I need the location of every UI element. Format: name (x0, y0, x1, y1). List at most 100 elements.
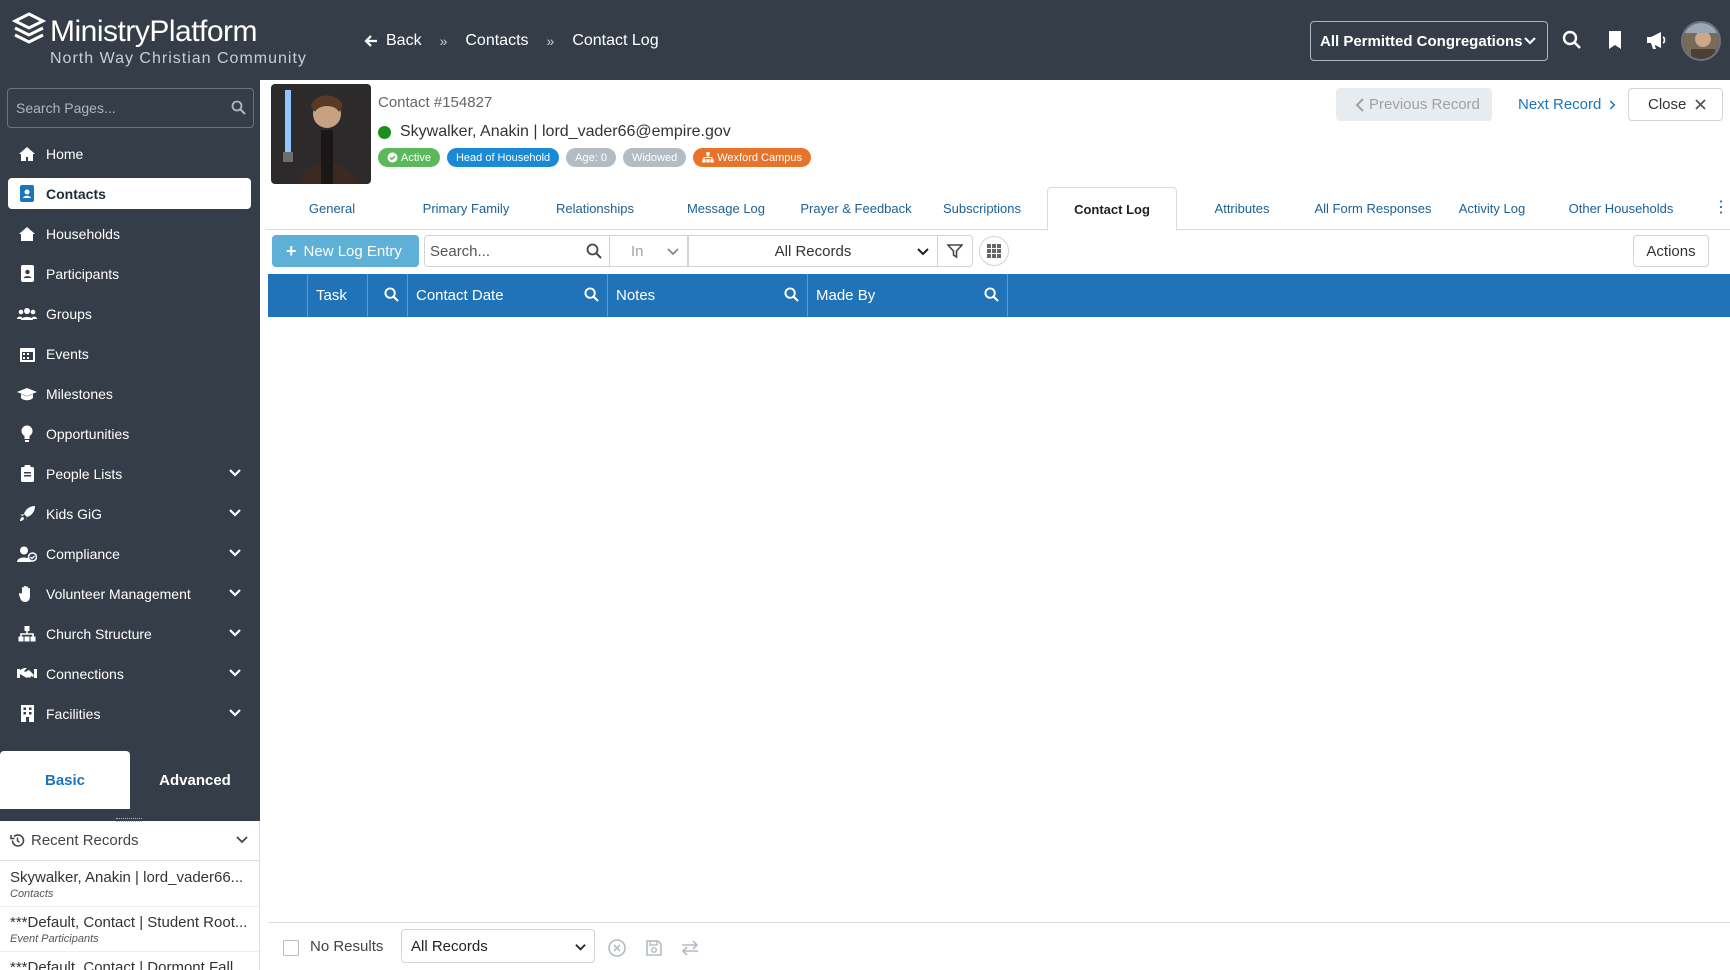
next-record-button[interactable]: Next Record (1510, 88, 1616, 121)
breadcrumb-item-contacts[interactable]: Contacts (465, 32, 528, 50)
contact-name-row: Skywalker, Anakin | lord_vader66@empire.… (378, 123, 731, 141)
sidebar-item-kids-gig[interactable]: Kids GiG (8, 498, 251, 529)
footer-view-select[interactable]: All Records (401, 929, 595, 963)
view-select[interactable]: All Records (688, 235, 938, 267)
search-icon[interactable] (1561, 29, 1583, 51)
column-header-made-by[interactable]: Made By (808, 274, 1008, 317)
chevron-down-icon (236, 836, 248, 844)
sidebar-item-home[interactable]: Home (8, 138, 251, 169)
select-column-header[interactable] (268, 274, 308, 317)
sidebar-item-label: People Lists (46, 465, 123, 482)
tab-prayer-feedback[interactable]: Prayer & Feedback (795, 187, 917, 230)
tab-relationships[interactable]: Relationships (533, 187, 657, 230)
sidebar-item-milestones[interactable]: Milestones (8, 378, 251, 409)
select-all-checkbox[interactable] (283, 940, 299, 956)
user-avatar[interactable] (1681, 21, 1721, 61)
search-scope-select[interactable]: In (610, 235, 688, 267)
mode-tabs: Basic Advanced (0, 751, 260, 811)
search-icon[interactable] (586, 243, 602, 259)
status-indicator (378, 125, 391, 139)
more-tabs-icon[interactable]: ⋮ (1713, 197, 1729, 217)
badge-icon (17, 264, 37, 284)
sidebar-item-events[interactable]: Events (8, 338, 251, 369)
user-check-icon (17, 544, 37, 564)
sidebar-item-participants[interactable]: Participants (8, 258, 251, 289)
page-search-input[interactable]: Search Pages... (7, 88, 254, 128)
sidebar-item-groups[interactable]: Groups (8, 298, 251, 329)
congregation-select[interactable]: All Permitted Congregations (1310, 21, 1548, 61)
search-icon[interactable] (984, 287, 999, 302)
column-header-task[interactable]: Task (308, 274, 368, 317)
tab-other-households[interactable]: Other Households (1545, 187, 1697, 230)
sidebar-item-contacts[interactable]: Contacts (8, 178, 251, 209)
tab-message-log[interactable]: Message Log (657, 187, 795, 230)
breadcrumb-item-contact-log: Contact Log (572, 32, 659, 49)
search-icon (231, 100, 246, 115)
sidebar-item-label: Opportunities (46, 425, 130, 442)
sidebar-item-label: Volunteer Management (46, 585, 191, 602)
recent-record-title: Skywalker, Anakin | lord_vader66... (10, 869, 244, 886)
recent-record-item[interactable]: ***Default, Contact | Dormont Fall... (0, 952, 259, 970)
sidebar-item-church-structure[interactable]: Church Structure (8, 618, 251, 649)
clear-selection-icon[interactable] (607, 938, 627, 958)
column-search-task[interactable] (368, 274, 408, 317)
sidebar-item-connections[interactable]: Connections (8, 658, 251, 689)
columns-button[interactable] (979, 236, 1009, 266)
new-log-entry-button[interactable]: + New Log Entry (272, 235, 419, 267)
recent-records-title: Recent Records (31, 832, 139, 849)
campus-badge-label: Wexford Campus (717, 151, 802, 164)
back-link[interactable]: Back (364, 32, 422, 50)
app-logo[interactable]: MinistryPlatform North Way Christian Com… (12, 12, 306, 72)
column-header-label: Notes (616, 287, 656, 304)
close-button[interactable]: Close (1628, 88, 1723, 121)
bookmark-icon[interactable] (1604, 29, 1626, 51)
sidebar-item-people-lists[interactable]: People Lists (8, 458, 251, 489)
tab-subscriptions[interactable]: Subscriptions (917, 187, 1047, 230)
arrow-left-icon (364, 35, 377, 47)
tab-primary-family[interactable]: Primary Family (399, 187, 533, 230)
chevron-down-icon (667, 248, 679, 256)
filter-button[interactable] (938, 235, 973, 267)
tab-contact-log[interactable]: Contact Log (1047, 187, 1177, 231)
top-bar: MinistryPlatform North Way Christian Com… (0, 0, 1730, 80)
tab-activity-log[interactable]: Activity Log (1439, 187, 1545, 230)
chevrons-right-icon: » (439, 33, 448, 49)
sidebar-item-volunteer-management[interactable]: Volunteer Management (8, 578, 251, 609)
search-icon[interactable] (584, 287, 599, 302)
campus-badge: Wexford Campus (693, 148, 811, 167)
recent-records-header[interactable]: Recent Records (0, 821, 259, 861)
chevron-down-icon (229, 629, 241, 637)
tab-general[interactable]: General (265, 187, 399, 230)
congregation-select-value: All Permitted Congregations (1320, 32, 1523, 50)
sidebar-item-households[interactable]: Households (8, 218, 251, 249)
recent-record-title: ***Default, Contact | Dormont Fall... (10, 959, 246, 970)
actions-button[interactable]: Actions (1633, 235, 1709, 267)
recent-record-item[interactable]: Skywalker, Anakin | lord_vader66... Cont… (0, 862, 259, 907)
contact-number: Contact #154827 (378, 94, 493, 111)
megaphone-icon[interactable] (1645, 29, 1667, 51)
home-icon (17, 144, 37, 164)
sidebar-item-facilities[interactable]: Facilities (8, 698, 251, 729)
tab-attributes[interactable]: Attributes (1177, 187, 1307, 230)
swap-selection-icon[interactable] (680, 938, 700, 958)
save-selection-icon[interactable] (644, 938, 664, 958)
tab-basic[interactable]: Basic (0, 751, 130, 809)
sidebar-item-opportunities[interactable]: Opportunities (8, 418, 251, 449)
view-select-value: All Records (774, 242, 852, 260)
recent-record-item[interactable]: ***Default, Contact | Student Root... Ev… (0, 907, 259, 952)
chevron-down-icon (1524, 37, 1536, 45)
column-header-notes[interactable]: Notes (608, 274, 808, 317)
back-label: Back (386, 32, 422, 49)
column-header-contact-date[interactable]: Contact Date (408, 274, 608, 317)
contact-card-icon (17, 184, 37, 204)
tab-all-form-responses[interactable]: All Form Responses (1307, 187, 1439, 230)
previous-record-button[interactable]: Previous Record (1336, 88, 1492, 121)
hand-icon (17, 584, 37, 604)
search-icon[interactable] (784, 287, 799, 302)
chevron-down-icon (575, 944, 586, 951)
tab-advanced[interactable]: Advanced (130, 751, 260, 809)
sidebar-item-compliance[interactable]: Compliance (8, 538, 251, 569)
chevron-left-icon (1355, 97, 1364, 112)
plus-icon: + (286, 240, 297, 261)
grid-search-input[interactable]: Search... (424, 235, 610, 267)
